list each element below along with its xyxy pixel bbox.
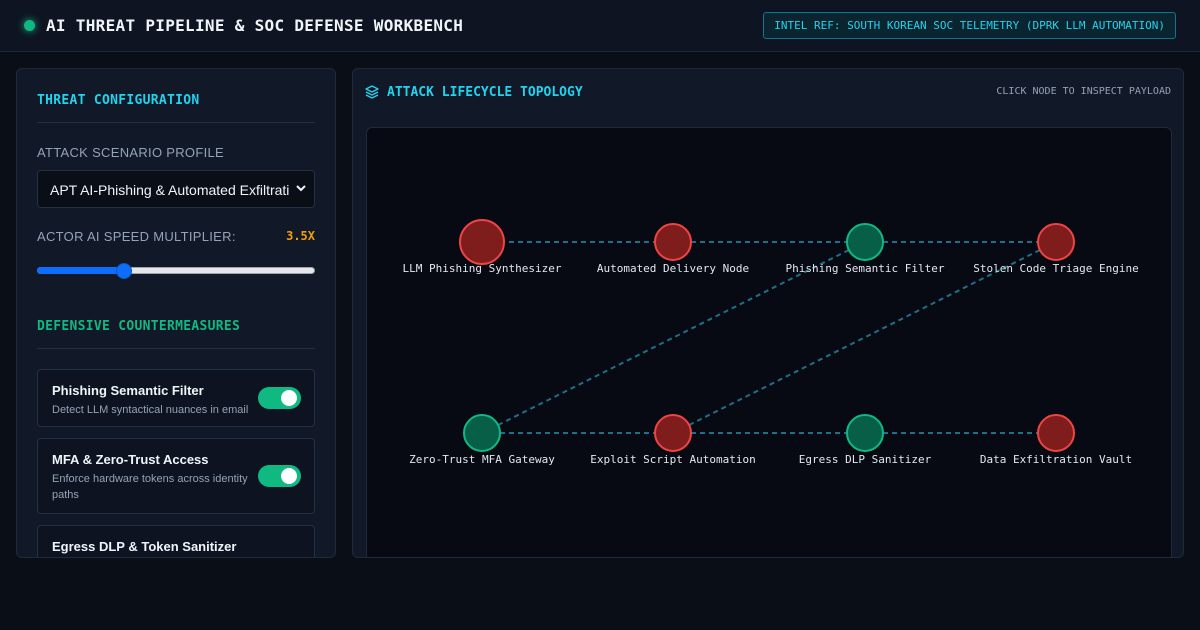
app-header: AI THREAT PIPELINE & SOC DEFENSE WORKBEN… <box>0 0 1200 52</box>
topology-node[interactable]: Zero-Trust MFA Gateway <box>409 414 555 466</box>
topology-panel: ATTACK LIFECYCLE TOPOLOGY CLICK NODE TO … <box>352 68 1184 558</box>
node-label: Exploit Script Automation <box>590 453 756 466</box>
countermeasure-card: Egress DLP & Token Sanitizer <box>37 525 315 557</box>
threat-node-circle[interactable] <box>654 414 692 452</box>
toggle-knob <box>281 468 297 484</box>
scenario-select[interactable]: APT AI-Phishing & Automated Exfiltration <box>37 170 315 208</box>
topology-hint: CLICK NODE TO INSPECT PAYLOAD <box>996 86 1171 97</box>
speed-slider[interactable] <box>37 259 315 283</box>
topology-node[interactable]: Stolen Code Triage Engine <box>973 223 1139 275</box>
node-label: Phishing Semantic Filter <box>786 262 945 275</box>
threat-node-circle[interactable] <box>1037 414 1075 452</box>
threat-config-title: THREAT CONFIGURATION <box>37 93 200 108</box>
countermeasure-card: Phishing Semantic Filter Detect LLM synt… <box>37 369 315 427</box>
intel-ref-badge: INTEL REF: SOUTH KOREAN SOC TELEMETRY (D… <box>763 12 1176 39</box>
scenario-select-value: APT AI-Phishing & Automated Exfiltration <box>50 182 290 198</box>
phishing-filter-toggle[interactable] <box>258 387 301 409</box>
topology-node[interactable]: Exploit Script Automation <box>590 414 756 466</box>
speed-value: 3.5X <box>286 229 315 243</box>
layers-icon <box>365 85 379 99</box>
defense-node-circle[interactable] <box>846 414 884 452</box>
node-label: Zero-Trust MFA Gateway <box>409 453 555 466</box>
mfa-toggle[interactable] <box>258 465 301 487</box>
threat-node-circle[interactable] <box>459 219 505 265</box>
slider-thumb[interactable] <box>115 263 132 279</box>
threat-node-circle[interactable] <box>654 223 692 261</box>
countermeasure-title: Egress DLP & Token Sanitizer <box>52 539 237 554</box>
topology-node[interactable]: Egress DLP Sanitizer <box>799 414 932 466</box>
chevron-down-icon <box>296 185 306 192</box>
topology-node[interactable]: Phishing Semantic Filter <box>786 223 945 275</box>
node-label: Stolen Code Triage Engine <box>973 262 1139 275</box>
topology-canvas: LLM Phishing Synthesizer Automated Delive… <box>366 127 1172 557</box>
node-label: Automated Delivery Node <box>597 262 749 275</box>
scenario-label: ATTACK SCENARIO PROFILE <box>37 145 225 160</box>
toggle-knob <box>281 390 297 406</box>
slider-fill <box>37 267 124 274</box>
section-divider <box>37 122 315 123</box>
defense-node-circle[interactable] <box>846 223 884 261</box>
topology-node[interactable]: Data Exfiltration Vault <box>980 414 1132 466</box>
topology-title: ATTACK LIFECYCLE TOPOLOGY <box>387 85 583 100</box>
speed-label: ACTOR AI SPEED MULTIPLIER: <box>37 229 236 244</box>
threat-config-panel: THREAT CONFIGURATION ATTACK SCENARIO PRO… <box>16 68 336 558</box>
countermeasure-desc: Detect LLM syntactical nuances in email <box>52 404 249 416</box>
countermeasure-title: Phishing Semantic Filter <box>52 383 204 398</box>
topology-graph: LLM Phishing Synthesizer Automated Delive… <box>403 219 1139 466</box>
defense-title: DEFENSIVE COUNTERMEASURES <box>37 319 241 334</box>
countermeasure-card: MFA & Zero-Trust Access Enforce hardware… <box>37 438 315 514</box>
section-divider <box>37 348 315 349</box>
app-title: AI THREAT PIPELINE & SOC DEFENSE WORKBEN… <box>46 16 464 35</box>
countermeasure-title: MFA & Zero-Trust Access <box>52 452 209 467</box>
defense-node-circle[interactable] <box>463 414 501 452</box>
node-label: Data Exfiltration Vault <box>980 453 1132 466</box>
node-label: Egress DLP Sanitizer <box>799 453 932 466</box>
node-label: LLM Phishing Synthesizer <box>403 262 562 275</box>
countermeasure-desc: Enforce hardware tokens across identity … <box>52 473 248 501</box>
topology-node[interactable]: LLM Phishing Synthesizer <box>403 219 562 275</box>
topology-node[interactable]: Automated Delivery Node <box>597 223 749 275</box>
threat-node-circle[interactable] <box>1037 223 1075 261</box>
status-indicator-icon <box>24 20 35 31</box>
